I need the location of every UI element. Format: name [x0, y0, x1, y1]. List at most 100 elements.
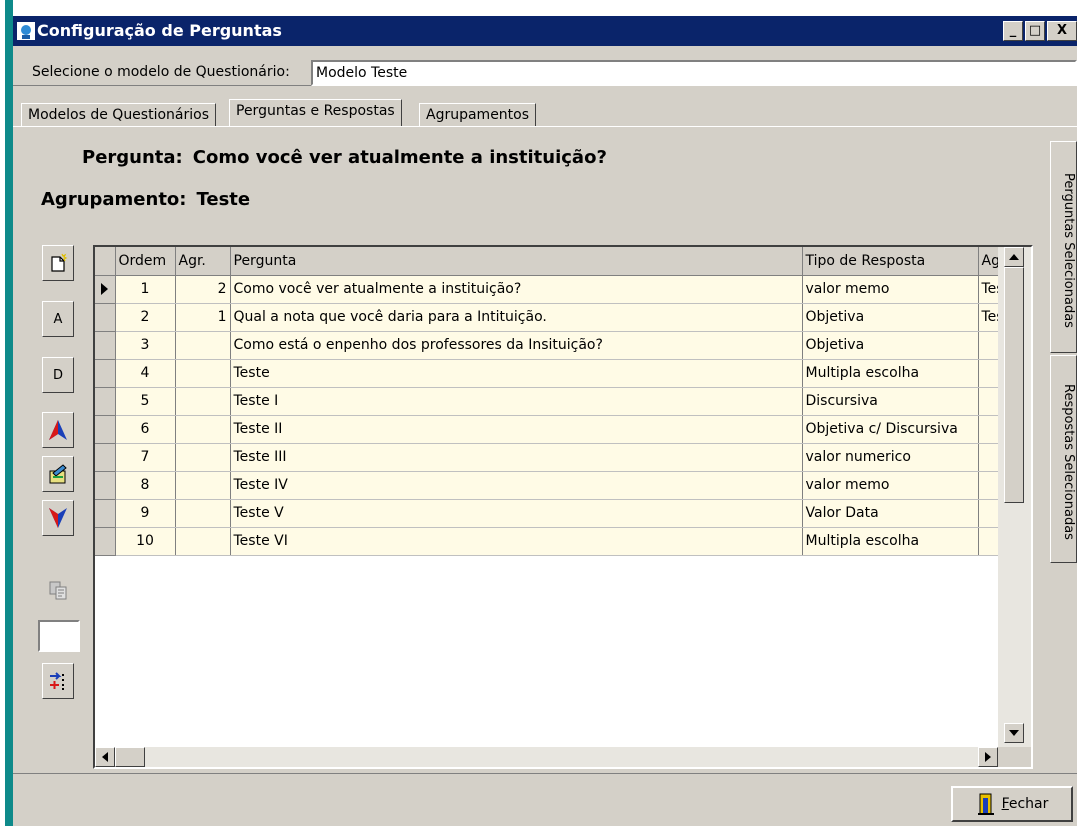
- cell-agr[interactable]: [175, 359, 231, 388]
- row-indicator[interactable]: [95, 303, 116, 332]
- row-indicator[interactable]: [95, 359, 116, 388]
- cell-tipo[interactable]: valor numerico: [802, 443, 979, 472]
- cell-tipo[interactable]: Objetiva c/ Discursiva: [802, 415, 979, 444]
- sort-button[interactable]: [42, 663, 74, 699]
- side-tab-perguntas[interactable]: Perguntas Selecionadas: [1050, 141, 1077, 353]
- column-header[interactable]: Pergunta: [230, 247, 803, 276]
- cell-agr[interactable]: [175, 331, 231, 360]
- scroll-right-button[interactable]: [978, 747, 998, 767]
- table-row[interactable]: 10 Teste VI Multipla escolha: [95, 527, 1019, 556]
- table-row[interactable]: 4 Teste Multipla escolha: [95, 359, 1019, 388]
- copy-button[interactable]: [42, 572, 74, 608]
- questions-grid[interactable]: Ordem Agr. Pergunta Tipo de Resposta Agr…: [93, 245, 1033, 769]
- cell-ordem[interactable]: 3: [115, 331, 176, 360]
- column-header[interactable]: Agr.: [175, 247, 231, 276]
- model-input[interactable]: Modelo Teste: [311, 60, 1077, 86]
- table-row[interactable]: 5 Teste I Discursiva: [95, 387, 1019, 416]
- maximize-button[interactable]: □: [1025, 21, 1045, 41]
- cell-tipo[interactable]: valor memo: [802, 471, 979, 500]
- cell-ordem[interactable]: 7: [115, 443, 176, 472]
- cell-tipo[interactable]: Objetiva: [802, 331, 979, 360]
- table-row[interactable]: 1 2 Como você ver atualmente a instituição…: [95, 275, 1019, 304]
- cell-ordem[interactable]: 2: [115, 303, 176, 332]
- cell-ordem[interactable]: 5: [115, 387, 176, 416]
- cell-ordem[interactable]: 8: [115, 471, 176, 500]
- column-header[interactable]: Tipo de Resposta: [802, 247, 979, 276]
- cell-ordem[interactable]: 4: [115, 359, 176, 388]
- row-indicator[interactable]: [95, 331, 116, 360]
- table-row[interactable]: 9 Teste V Valor Data: [95, 499, 1019, 528]
- table-row[interactable]: 3 Como está o enpenho dos professores da …: [95, 331, 1019, 360]
- row-indicator[interactable]: [95, 499, 116, 528]
- vertical-scroll-thumb[interactable]: [1004, 267, 1024, 503]
- sort-icon: [50, 672, 64, 690]
- cell-pergunta[interactable]: Teste VI: [230, 527, 803, 556]
- row-indicator[interactable]: [95, 443, 116, 472]
- cell-tipo[interactable]: valor memo: [802, 275, 979, 304]
- cell-agr[interactable]: [175, 443, 231, 472]
- table-row[interactable]: 7 Teste III valor numerico: [95, 443, 1019, 472]
- column-header[interactable]: Ordem: [115, 247, 176, 276]
- cell-pergunta[interactable]: Como você ver atualmente a instituição?: [230, 275, 803, 304]
- current-row-pointer-icon: [101, 283, 108, 295]
- tab-modelos[interactable]: Modelos de Questionários: [21, 103, 216, 127]
- cell-ordem[interactable]: 9: [115, 499, 176, 528]
- cell-pergunta[interactable]: Teste II: [230, 415, 803, 444]
- table-row[interactable]: 6 Teste II Objetiva c/ Discursiva: [95, 415, 1019, 444]
- table-row[interactable]: 8 Teste IV valor memo: [95, 471, 1019, 500]
- arrow-up-icon: [1009, 254, 1019, 260]
- horizontal-scroll-thumb[interactable]: [115, 747, 145, 767]
- cell-agr[interactable]: [175, 471, 231, 500]
- a-button[interactable]: A: [42, 301, 74, 337]
- close-button[interactable]: Fechar: [951, 786, 1073, 822]
- scroll-down-button[interactable]: [1004, 723, 1024, 743]
- cell-pergunta[interactable]: Como está o enpenho dos professores da I…: [230, 331, 803, 360]
- side-tab-respostas[interactable]: Respostas Selecionadas: [1050, 355, 1077, 563]
- cell-pergunta[interactable]: Teste V: [230, 499, 803, 528]
- table-row[interactable]: 2 1 Qual a nota que você daria para a Inti…: [95, 303, 1019, 332]
- cell-agr[interactable]: [175, 387, 231, 416]
- bottom-bar: Fechar: [13, 774, 1077, 826]
- cell-pergunta[interactable]: Teste: [230, 359, 803, 388]
- move-down-button[interactable]: [42, 500, 74, 536]
- scroll-up-button[interactable]: [1004, 247, 1024, 267]
- cell-pergunta[interactable]: Teste III: [230, 443, 803, 472]
- cell-agr[interactable]: 1: [175, 303, 231, 332]
- new-question-button[interactable]: [42, 245, 74, 281]
- row-indicator[interactable]: [95, 387, 116, 416]
- vertical-scrollbar[interactable]: [998, 247, 1031, 747]
- cell-tipo[interactable]: Valor Data: [802, 499, 979, 528]
- cell-agr[interactable]: [175, 415, 231, 444]
- close-window-button[interactable]: X: [1047, 21, 1077, 41]
- scroll-left-button[interactable]: [95, 747, 115, 767]
- title-bar[interactable]: Configuração de Perguntas _ □ X: [13, 16, 1077, 46]
- header-indicator: [95, 247, 116, 276]
- move-down-icon: [49, 508, 67, 528]
- cell-pergunta[interactable]: Qual a nota que você daria para a Intitu…: [230, 303, 803, 332]
- minimize-button[interactable]: _: [1003, 21, 1023, 41]
- edit-button[interactable]: [42, 456, 74, 492]
- cell-pergunta[interactable]: Teste IV: [230, 471, 803, 500]
- cell-agr[interactable]: 2: [175, 275, 231, 304]
- row-indicator[interactable]: [95, 415, 116, 444]
- cell-agr[interactable]: [175, 527, 231, 556]
- cell-pergunta[interactable]: Teste I: [230, 387, 803, 416]
- cell-ordem[interactable]: 1: [115, 275, 176, 304]
- tab-agrupamentos[interactable]: Agrupamentos: [419, 103, 537, 127]
- tab-perguntas-respostas[interactable]: Perguntas e Respostas: [229, 99, 402, 127]
- cell-tipo[interactable]: Objetiva: [802, 303, 979, 332]
- move-up-button[interactable]: [42, 412, 74, 448]
- cell-tipo[interactable]: Multipla escolha: [802, 359, 979, 388]
- question-value: Como você ver atualmente a instituição?: [192, 147, 607, 168]
- row-indicator[interactable]: [95, 471, 116, 500]
- order-input[interactable]: [38, 620, 80, 652]
- row-indicator[interactable]: [95, 275, 116, 304]
- cell-ordem[interactable]: 10: [115, 527, 176, 556]
- d-button[interactable]: D: [42, 357, 74, 393]
- cell-agr[interactable]: [175, 499, 231, 528]
- cell-tipo[interactable]: Discursiva: [802, 387, 979, 416]
- horizontal-scrollbar[interactable]: [95, 747, 998, 767]
- row-indicator[interactable]: [95, 527, 116, 556]
- cell-ordem[interactable]: 6: [115, 415, 176, 444]
- cell-tipo[interactable]: Multipla escolha: [802, 527, 979, 556]
